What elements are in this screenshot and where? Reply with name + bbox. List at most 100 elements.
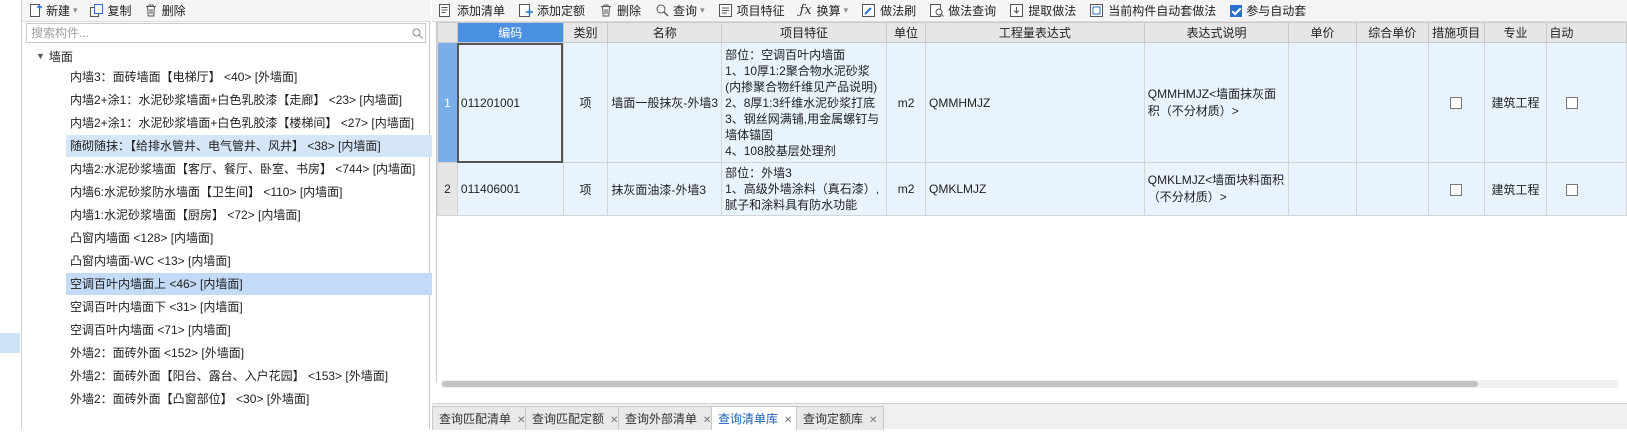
table-row[interactable]: 1 011201001 项 墙面一般抹灰-外墙3 部位：空调百叶内墙面 1、10… [437, 42, 1627, 163]
tree-item[interactable]: 内墙2+涂1：水泥砂浆墙面+白色乳胶漆【走廊】 <23> [内墙面] [66, 89, 438, 111]
item-feature-icon [718, 4, 733, 18]
cell-specialty[interactable]: 建筑工程 [1483, 162, 1548, 216]
cell-measure[interactable] [1427, 162, 1485, 216]
tree-item-selected[interactable]: 空调百叶内墙面上 <46> [内墙面] [66, 273, 438, 295]
chevron-down-icon[interactable]: ▾ [73, 5, 78, 16]
search-input[interactable] [27, 25, 409, 41]
delete-button[interactable]: 删除 [138, 0, 192, 22]
checkbox-icon[interactable] [1450, 183, 1463, 196]
horizontal-scrollbar[interactable] [442, 380, 1618, 388]
add-quota-button[interactable]: 添加定额 [512, 0, 592, 22]
cell-auto[interactable] [1546, 162, 1627, 216]
cell-expr-desc[interactable]: QMKLMJZ<墙面块料面积（不分材质）> [1143, 162, 1290, 216]
corner-cell[interactable] [437, 22, 458, 43]
tab-quota-library[interactable]: 查询定额库 ✕ [796, 406, 885, 430]
copy-button[interactable]: 复制 [84, 0, 138, 22]
col-header-specialty[interactable]: 专业 [1483, 22, 1548, 43]
tab-list-library[interactable]: 查询清单库 ✕ [711, 406, 800, 430]
col-header-auto[interactable]: 自动 [1546, 22, 1627, 43]
auto-apply-label: 当前构件自动套做法 [1108, 4, 1217, 18]
tree-item[interactable]: 凸窗内墙面-WC <13> [内墙面] [66, 250, 438, 272]
tab-match-quota[interactable]: 查询匹配定额 ✕ [525, 406, 626, 430]
query-icon [655, 4, 669, 18]
tree-item[interactable]: 外墙2：面砖外面【凸窗部位】 <30> [外墙面] [66, 388, 438, 410]
tree-item[interactable]: 外墙2：面砖外面【阳台、露台、入户花园】 <153> [外墙面] [66, 365, 438, 387]
cell-type[interactable]: 项 [562, 42, 609, 163]
left-edge-strip [0, 0, 22, 429]
cell-name[interactable]: 抹灰面油漆-外墙3 [607, 162, 723, 216]
cell-expr[interactable]: QMKLMJZ [925, 162, 1145, 216]
search-icon[interactable] [409, 25, 425, 41]
tree-item[interactable]: 空调百叶内墙面 <71> [内墙面] [66, 319, 438, 341]
cell-feature[interactable]: 部位：空调百叶内墙面 1、10厚1:2聚合物水泥砂浆(内掺聚合物纤维见产品说明)… [721, 42, 888, 163]
cell-unit[interactable]: m2 [886, 42, 926, 163]
tree-root-wall-finish[interactable]: ▼ 墙面 [36, 46, 73, 66]
cell-auto[interactable] [1546, 42, 1627, 163]
cell-unit[interactable]: m2 [886, 162, 926, 216]
collapse-arrow-icon[interactable]: ▼ [36, 51, 45, 61]
item-feature-button[interactable]: 项目特征 [712, 0, 792, 22]
checkbox-checked-icon[interactable] [1230, 4, 1243, 17]
cell-feature[interactable]: 部位：外墙3 1、高级外墙涂料（真石漆）,腻子和涂料具有防水功能 [721, 162, 888, 216]
tree-item[interactable]: 凸窗内墙面 <128> [内墙面] [66, 227, 438, 249]
cell-type[interactable]: 项 [562, 162, 609, 216]
col-header-expr-desc[interactable]: 表达式说明 [1143, 22, 1290, 43]
cell-code[interactable]: 011201001 [456, 42, 564, 163]
brush-icon [862, 4, 876, 18]
col-header-measure[interactable]: 措施项目 [1427, 22, 1485, 43]
add-quota-icon [519, 4, 534, 18]
convert-button[interactable]: ƒx 换算 ▾ [792, 0, 856, 22]
cell-name[interactable]: 墙面一般抹灰-外墙3 [607, 42, 723, 163]
cell-expr[interactable]: QMMHMJZ [925, 42, 1145, 163]
tree-item[interactable]: 随砌随抹：【给排水管井、电气管井、风井】 <38> [内墙面] [66, 135, 438, 157]
col-header-comp-price[interactable]: 综合单价 [1355, 22, 1429, 43]
extract-method-button[interactable]: 提取做法 [1003, 0, 1083, 22]
cell-comp-price[interactable] [1355, 162, 1429, 216]
cell-price[interactable] [1288, 162, 1357, 216]
participate-auto-checkbox[interactable]: 参与自动套 [1223, 0, 1313, 22]
method-brush-button[interactable]: 做法刷 [855, 0, 923, 22]
close-icon[interactable]: ✕ [869, 415, 877, 426]
row-number[interactable]: 2 [437, 162, 458, 216]
cell-price[interactable] [1288, 42, 1357, 163]
tab-external-list[interactable]: 查询外部清单 ✕ [618, 406, 719, 430]
cell-comp-price[interactable] [1355, 42, 1429, 163]
add-list-button[interactable]: 添加清单 [432, 0, 512, 22]
query-button[interactable]: 查询 ▾ [648, 0, 712, 22]
chevron-down-icon[interactable]: ▾ [844, 5, 849, 16]
col-header-type[interactable]: 类别 [562, 22, 609, 43]
col-header-unit[interactable]: 单位 [886, 22, 926, 43]
method-query-button[interactable]: 做法查询 [923, 0, 1003, 22]
tree-item[interactable]: 内墙2+涂1：水泥砂浆墙面+白色乳胶漆【楼梯间】 <27> [内墙面] [66, 112, 438, 134]
row-number[interactable]: 1 [437, 42, 458, 163]
cell-code[interactable]: 011406001 [456, 162, 564, 216]
checkbox-icon[interactable] [1450, 97, 1463, 110]
convert-label: 换算 [816, 4, 841, 18]
extract-icon [1010, 4, 1024, 18]
cell-specialty[interactable]: 建筑工程 [1483, 42, 1548, 163]
delete-row-button[interactable]: 删除 [592, 0, 648, 22]
table-row[interactable]: 2 011406001 项 抹灰面油漆-外墙3 部位：外墙3 1、高级外墙涂料（… [437, 162, 1627, 216]
checkbox-icon[interactable] [1566, 97, 1579, 110]
col-header-expr[interactable]: 工程量表达式 [925, 22, 1145, 43]
tree-item[interactable]: 空调百叶内墙面下 <31> [内墙面] [66, 296, 438, 318]
close-icon[interactable]: ✕ [784, 415, 792, 426]
col-header-price[interactable]: 单价 [1288, 22, 1357, 43]
cell-measure[interactable] [1427, 42, 1485, 163]
checkbox-icon[interactable] [1566, 183, 1579, 196]
tree-item[interactable]: 内墙2:水泥砂浆墙面【客厅、餐厅、卧室、书房】 <744> [内墙面] [66, 158, 438, 180]
scrollbar-thumb[interactable] [442, 381, 1478, 387]
cell-expr-desc[interactable]: QMMHMJZ<墙面抹灰面积（不分材质）> [1143, 42, 1290, 163]
tab-match-list[interactable]: 查询匹配清单 ✕ [432, 406, 533, 430]
new-button[interactable]: 新建 ▾ [22, 0, 84, 22]
tree-item[interactable]: 外墙2：面砖外面 <152> [外墙面] [66, 342, 438, 364]
tree-item[interactable]: 内墙1:水泥砂浆墙面【厨房】 <72> [内墙面] [66, 204, 438, 226]
chevron-down-icon[interactable]: ▾ [700, 5, 705, 16]
tree-item[interactable]: 内墙6:水泥砂浆防水墙面【卫生间】 <110> [内墙面] [66, 181, 438, 203]
tree-item[interactable]: 内墙3：面砖墙面【电梯厅】 <40> [外墙面] [66, 66, 438, 88]
col-header-code[interactable]: 编码 [456, 22, 564, 43]
tab-label: 查询匹配定额 [532, 412, 605, 426]
col-header-name[interactable]: 名称 [607, 22, 723, 43]
auto-apply-button[interactable]: 当前构件自动套做法 [1083, 0, 1223, 22]
col-header-feature[interactable]: 项目特征 [721, 22, 888, 43]
